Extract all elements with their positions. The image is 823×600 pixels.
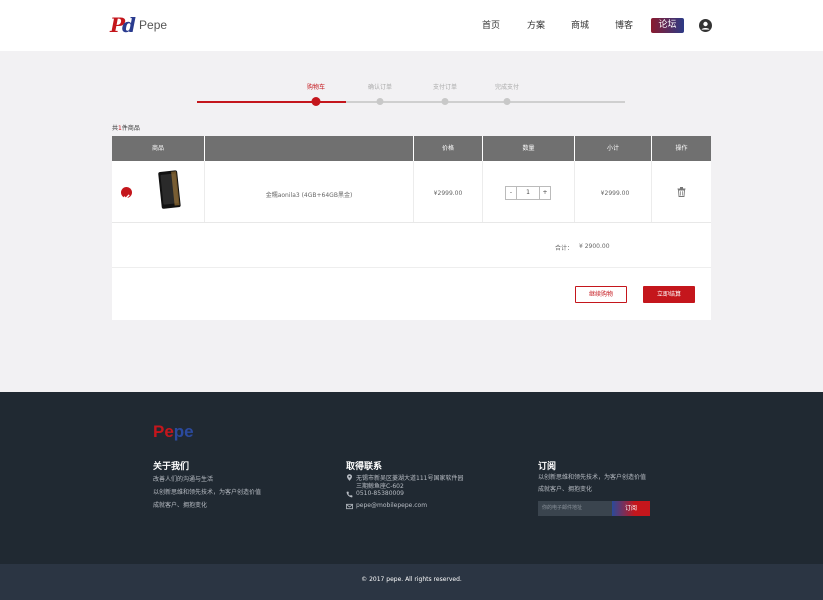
nav-forum-button[interactable]: 论坛 xyxy=(651,18,684,33)
step-dot-pay xyxy=(441,98,449,105)
total-label: 合计： xyxy=(555,245,574,252)
step-label-confirm: 确认订单 xyxy=(367,84,393,91)
item-name[interactable]: 金糯aonila3 (4GB+64GB黑金) xyxy=(266,190,353,199)
item-subtotal: ¥2999.00 xyxy=(600,190,630,197)
brand-logo[interactable]: Pd Pepe xyxy=(110,14,167,36)
contact-phone[interactable]: 0510-85380009 xyxy=(356,490,404,497)
table-header: 商品 价格 数量 小计 操作 xyxy=(112,136,711,161)
phone-icon xyxy=(346,491,353,498)
step-track-fill xyxy=(197,101,346,103)
step-track xyxy=(197,101,625,103)
cart-table: 商品 价格 数量 小计 操作 金糯aonila3 (4GB+64GB黑金) ¥2… xyxy=(112,136,711,320)
qty-input[interactable]: 1 xyxy=(516,187,540,199)
check-icon xyxy=(123,194,130,200)
quantity-stepper: - 1 + xyxy=(505,186,551,200)
checkout-steps: 购物车 确认订单 支付订单 完成支付 xyxy=(197,70,625,110)
about-line-2: 以创新思维和领先技术，为客户创造价值 xyxy=(153,489,262,496)
footer-logo-part2: pe xyxy=(173,422,194,441)
row-divider xyxy=(651,161,652,222)
step-label-cart: 购物车 xyxy=(306,84,326,91)
trash-icon[interactable] xyxy=(677,187,686,197)
cart-divider xyxy=(112,267,711,268)
mail-icon xyxy=(346,503,353,510)
copyright: © 2017 pepe. All rights reserved. xyxy=(0,564,823,600)
subscribe-title: 订阅 xyxy=(538,462,557,472)
about-title: 关于我们 xyxy=(153,462,190,472)
contact-email[interactable]: pepe@mobilepepe.com xyxy=(356,502,427,509)
row-divider xyxy=(204,161,205,222)
logo-text: Pepe xyxy=(139,18,168,32)
item-select-checkbox[interactable] xyxy=(121,187,132,200)
qty-increase-button[interactable]: + xyxy=(540,187,550,199)
step-dot-done xyxy=(503,98,511,105)
about-line-3: 成就客户、拥抱变化 xyxy=(153,502,208,509)
total-value: ¥ 2900.00 xyxy=(579,243,610,250)
footer-logo[interactable]: Pepe xyxy=(153,422,194,442)
footer-logo-part1: Pe xyxy=(153,422,174,441)
nav-home[interactable]: 首页 xyxy=(482,18,500,31)
col-price: 价格 xyxy=(414,136,483,161)
step-dot-cart xyxy=(311,97,321,106)
qty-decrease-button[interactable]: - xyxy=(506,187,516,199)
nav-blog[interactable]: 博客 xyxy=(615,18,633,31)
footer: Pepe 关于我们 改善人们的沟通与生活 以创新思维和领先技术，为客户创造价值 … xyxy=(0,392,823,564)
subscribe-line-2: 成就客户、拥抱变化 xyxy=(538,486,593,493)
header: Pd Pepe 首页 方案 商城 博客 论坛 xyxy=(0,0,823,51)
step-label-done: 完成支付 xyxy=(494,84,520,91)
location-icon xyxy=(347,474,352,481)
step-dot-confirm xyxy=(376,98,384,105)
table-row: 金糯aonila3 (4GB+64GB黑金) ¥2999.00 - 1 + ¥2… xyxy=(112,161,711,223)
row-divider xyxy=(482,161,483,222)
row-divider xyxy=(413,161,414,222)
email-subscribe-input[interactable]: 你的电子邮件地址 xyxy=(538,501,612,516)
contact-title: 取得联系 xyxy=(346,462,383,472)
subscribe-button[interactable]: 订阅 xyxy=(612,501,650,516)
checkout-button[interactable]: 立即结算 xyxy=(643,286,695,303)
logo-mark-icon: Pd xyxy=(110,13,136,37)
nav-mall[interactable]: 商城 xyxy=(571,18,589,31)
step-label-pay: 支付订单 xyxy=(432,84,458,91)
col-product-spacer xyxy=(205,136,414,161)
nav-solutions[interactable]: 方案 xyxy=(527,18,545,31)
row-divider xyxy=(574,161,575,222)
subscribe-line-1: 以创新思维和领先技术，为客户创造价值 xyxy=(538,474,647,481)
col-qty: 数量 xyxy=(483,136,575,161)
cart-count: 共1件商品 xyxy=(112,123,140,132)
contact-address-2: 三期鲸鱼座C-602 xyxy=(356,483,404,490)
col-action: 操作 xyxy=(675,145,688,152)
cart-count-suffix: 件商品 xyxy=(121,125,140,132)
col-product: 商品 xyxy=(112,136,205,161)
product-image[interactable] xyxy=(158,170,182,209)
about-line-1: 改善人们的沟通与生活 xyxy=(153,476,214,483)
col-subtotal: 小计 xyxy=(575,136,652,161)
user-icon[interactable] xyxy=(699,19,712,32)
continue-shopping-button[interactable]: 继续购物 xyxy=(575,286,627,303)
item-price: ¥2999.00 xyxy=(433,190,463,197)
